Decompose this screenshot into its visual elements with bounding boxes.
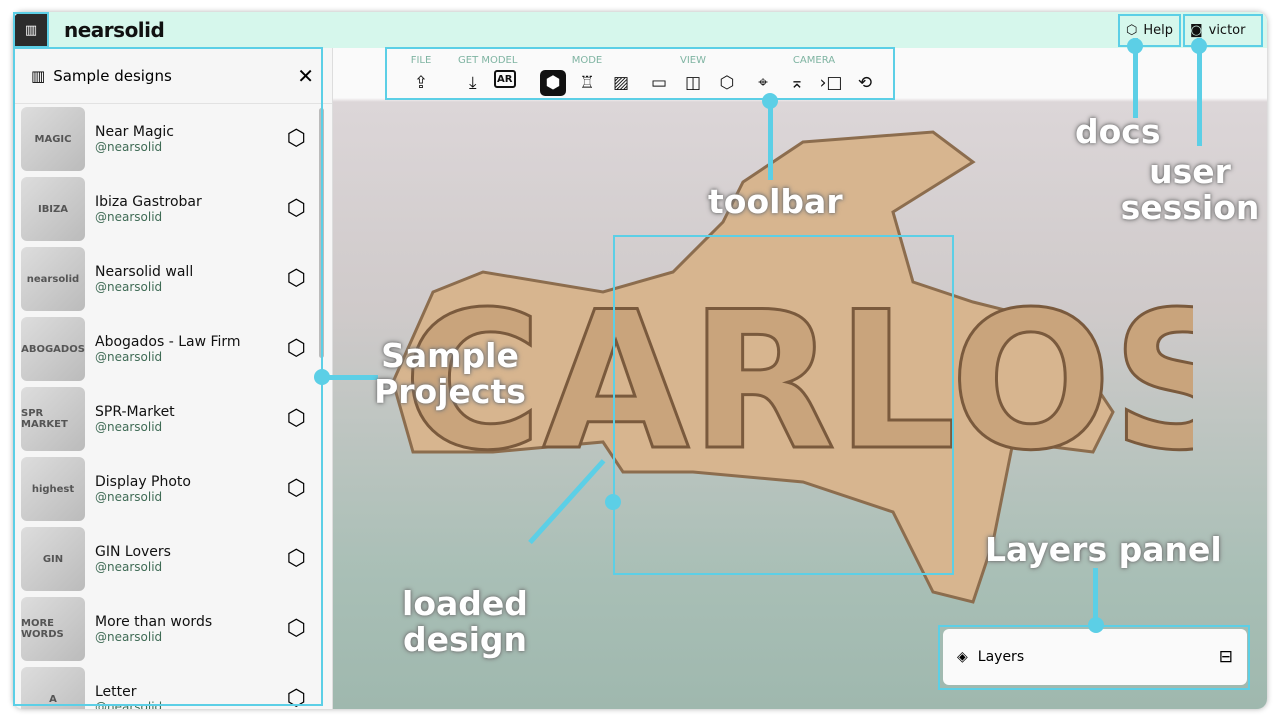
brand-logo: nearsolid: [64, 18, 164, 42]
annotation-dot: [1191, 38, 1207, 54]
annotation-label-toolbar: toolbar: [708, 184, 843, 220]
annotation-label-docs: docs: [1075, 114, 1161, 150]
annotation-box-design: [613, 235, 954, 575]
annotation-label-sample-projects: Sample Projects: [370, 338, 530, 410]
annotation-label-layers-panel: Layers panel: [985, 532, 1222, 568]
annotation-box-toolbar: [385, 47, 895, 100]
annotation-box-library: [13, 12, 49, 48]
annotation-dot: [605, 494, 621, 510]
annotation-label-loaded-design: loaded design: [395, 586, 535, 658]
annotation-label-user-session: user session: [1120, 154, 1260, 226]
annotation-dot: [1088, 617, 1104, 633]
annotation-dot: [762, 93, 778, 109]
top-bar: ▥ nearsolid ⬡Help ◙victor: [13, 12, 1267, 48]
annotation-dot: [1127, 38, 1143, 54]
annotation-box-layers: [938, 625, 1250, 690]
annotation-dot: [314, 369, 330, 385]
annotation-line: [768, 98, 773, 180]
annotation-line: [1197, 38, 1202, 146]
annotation-box-sample-projects: [13, 47, 323, 706]
annotation-line: [1093, 568, 1098, 623]
